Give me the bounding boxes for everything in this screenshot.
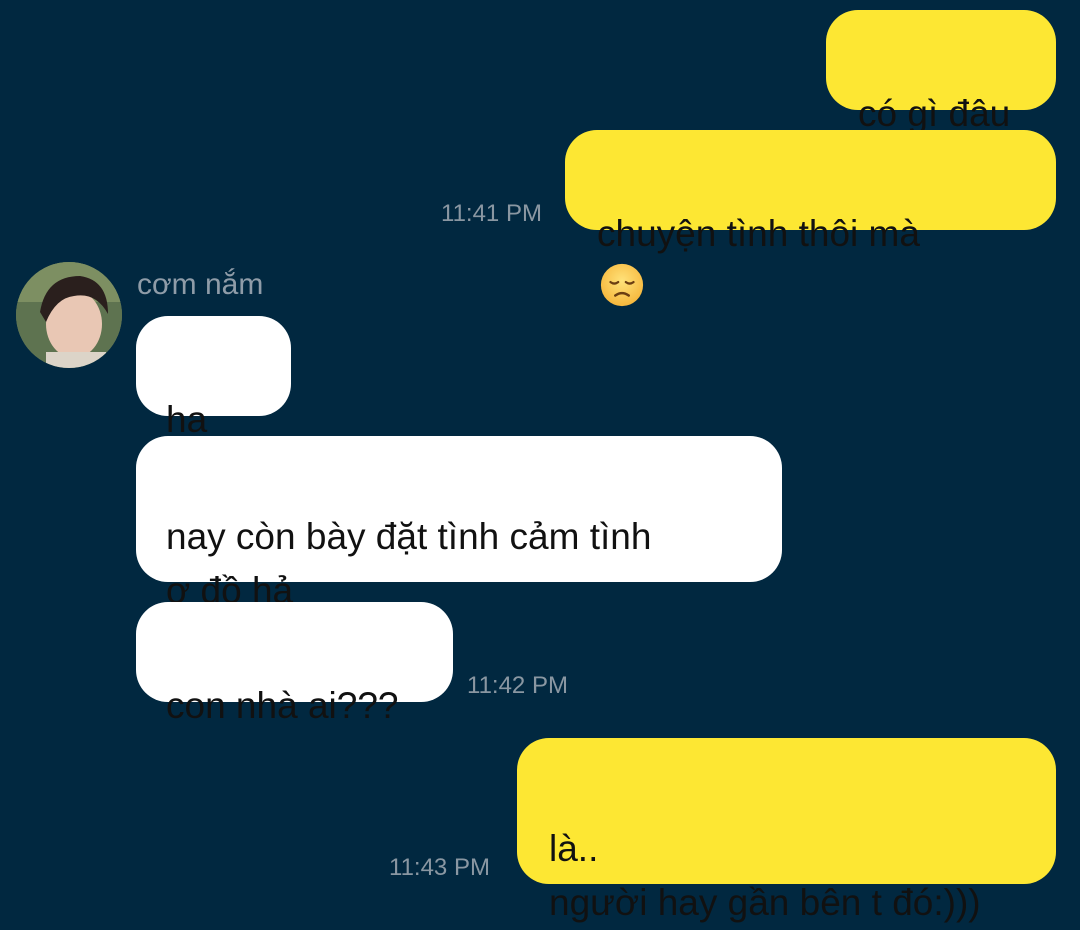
message-bubble-incoming[interactable]: nay còn bày đặt tình cảm tình ơ đồ hả: [136, 436, 782, 611]
message-bubble-incoming[interactable]: con nhà ai???: [136, 602, 453, 726]
message-text: con nhà ai???: [166, 685, 399, 726]
message-bubble-incoming[interactable]: ha: [136, 316, 291, 493]
message-text: ha: [166, 399, 208, 440]
message-timestamp: 11:43 PM: [389, 854, 490, 881]
message-timestamp: 11:41 PM: [441, 200, 542, 227]
message-bubble-outgoing[interactable]: có gì đâu: [826, 10, 1056, 134]
sender-name: cơm nắm: [137, 268, 264, 301]
avatar[interactable]: [16, 262, 122, 368]
disappointed-face-icon: [600, 263, 644, 307]
message-text: nay còn bày đặt tình cảm tình ơ đồ hả: [166, 516, 652, 611]
message-text: chuyện tình thôi mà: [597, 213, 920, 254]
message-text: là.. người hay gần bên t đó:))): [549, 828, 981, 923]
message-bubble-outgoing[interactable]: là.. người hay gần bên t đó:))): [517, 738, 1056, 923]
message-bubble-outgoing[interactable]: chuyện tình thôi mà: [565, 130, 1056, 307]
message-timestamp: 11:42 PM: [467, 672, 568, 699]
message-text: có gì đâu: [858, 93, 1011, 134]
